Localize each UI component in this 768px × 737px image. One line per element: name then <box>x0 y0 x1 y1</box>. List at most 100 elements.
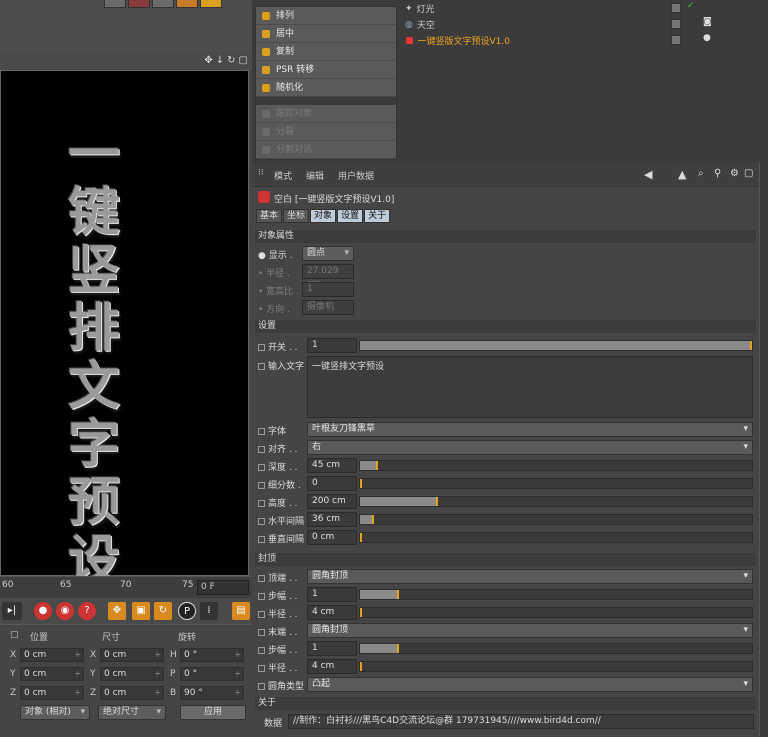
end-cap-select[interactable]: 圆角封顶 <box>307 623 753 638</box>
film-icon[interactable]: ▤ <box>232 602 250 620</box>
subdiv-field[interactable]: 0 <box>307 476 357 491</box>
autokey-icon[interactable]: ◉ <box>56 602 74 620</box>
new-window-icon[interactable]: ▢ <box>744 168 753 179</box>
depth-field[interactable]: 45 cm <box>307 458 357 473</box>
move-key-icon[interactable]: ✥ <box>108 602 126 620</box>
visibility-toggle[interactable] <box>671 35 681 45</box>
object-row-sky[interactable]: ◍ 天空 <box>405 17 435 32</box>
rotation-header: 旋转 <box>178 633 197 643</box>
tab-settings[interactable]: 设置 <box>337 209 364 223</box>
size-y-field[interactable]: 0 cm <box>100 667 164 681</box>
rotate-key-icon[interactable]: ↻ <box>154 602 172 620</box>
object-row-preset[interactable]: ■ 一键竖版文字预设V1.0 <box>405 33 510 48</box>
rotation-p-field[interactable]: 0 ° <box>180 667 244 681</box>
tool-icon[interactable] <box>200 0 222 8</box>
rad2-slider[interactable] <box>359 661 753 672</box>
menu-item-randomize[interactable]: 随机化 <box>256 79 396 97</box>
tab-object[interactable]: 对象 <box>310 209 337 223</box>
menu-item-center[interactable]: 居中 <box>256 25 396 43</box>
switch-slider[interactable] <box>359 340 753 351</box>
position-x-field[interactable]: 0 cm <box>20 648 84 662</box>
param-key-icon[interactable]: P <box>178 602 196 620</box>
tool-icon[interactable] <box>104 0 126 8</box>
up-arrow-icon[interactable]: ▲ <box>678 168 686 181</box>
keyframe-help-icon[interactable]: ? <box>78 602 96 620</box>
menu-userdata[interactable]: 用户数据 <box>338 169 374 182</box>
object-name[interactable]: 灯光 <box>417 2 435 15</box>
menu-mode[interactable]: 模式 <box>274 169 292 182</box>
step1-field[interactable]: 1 <box>307 587 357 602</box>
switch-field[interactable]: 1 <box>307 338 357 353</box>
size-mode-select[interactable]: 绝对尺寸 <box>98 705 166 720</box>
height-slider[interactable] <box>359 496 753 507</box>
position-y-field[interactable]: 0 cm <box>20 667 84 681</box>
sky-tag-icon[interactable]: ◙ <box>703 17 712 27</box>
viewport[interactable]: 一 键 竖 排 文 字 预 设 <box>0 70 249 590</box>
menu-item-arrange[interactable]: 排列 <box>256 7 396 25</box>
coord-mode-select[interactable]: 对象 (相对) <box>20 705 90 720</box>
grid-key-icon[interactable]: ⁞ <box>200 602 218 620</box>
input-text-area[interactable]: 一键竖排文字预设 <box>307 356 753 418</box>
visibility-toggle[interactable] <box>671 3 681 13</box>
depth-slider[interactable] <box>359 460 753 471</box>
size-z-field[interactable]: 0 cm <box>100 686 164 700</box>
viewport-nav-icons: ✥ ↓ ↻ ▢ <box>204 55 248 66</box>
font-select[interactable]: 叶根友刀锋黑草 <box>307 422 753 437</box>
grid-icon[interactable]: ⁝⁝ <box>258 168 264 178</box>
maximize-icon[interactable]: ▢ <box>239 55 248 66</box>
tool-icon[interactable] <box>128 0 150 8</box>
menu-edit[interactable]: 编辑 <box>306 169 324 182</box>
tab-coord[interactable]: 坐标 <box>283 209 310 223</box>
display-select[interactable]: 圆点 <box>302 246 354 261</box>
visibility-toggle[interactable] <box>671 19 681 29</box>
rotation-b-field[interactable]: 90 ° <box>180 686 244 700</box>
rotate-icon[interactable]: ↻ <box>227 55 235 66</box>
height-field[interactable]: 200 cm <box>307 494 357 509</box>
data-field[interactable]: //制作：白衬衫///黑鸟C4D交流论坛@群 179731945////www.… <box>288 714 754 729</box>
tool-icon[interactable] <box>176 0 198 8</box>
move-icon[interactable]: ✥ <box>204 55 212 66</box>
apply-button[interactable]: 应用 <box>180 705 246 720</box>
tab-basic[interactable]: 基本 <box>256 209 283 223</box>
step2-field[interactable]: 1 <box>307 641 357 656</box>
settings-icon[interactable]: ⚙ <box>730 168 739 179</box>
check-icon[interactable]: ✓ <box>687 1 695 11</box>
position-z-field[interactable]: 0 cm <box>20 686 84 700</box>
cap-type-select[interactable]: 凸起 <box>307 677 753 692</box>
tick-label: 65 <box>60 580 72 590</box>
menu-item-duplicate[interactable]: 复制 <box>256 43 396 61</box>
hspace-slider[interactable] <box>359 514 753 525</box>
top-cap-select[interactable]: 圆角封顶 <box>307 569 753 584</box>
vspace-field[interactable]: 0 cm <box>307 530 357 545</box>
menu-item-psr-transfer[interactable]: PSR 转移 <box>256 61 396 79</box>
rad2-field[interactable]: 4 cm <box>307 659 357 674</box>
goto-end-icon[interactable]: ▸| <box>2 602 22 620</box>
current-frame-field[interactable]: 0 F <box>197 580 249 595</box>
step1-slider[interactable] <box>359 589 753 600</box>
scale-key-icon[interactable]: ▣ <box>132 602 150 620</box>
arrow-down-icon[interactable]: ↓ <box>216 55 224 66</box>
axis-label: Z <box>90 688 97 698</box>
material-tag-icon[interactable]: ● <box>703 33 711 43</box>
subdiv-slider[interactable] <box>359 478 753 489</box>
object-row-light[interactable]: ✦ 灯光 <box>405 1 435 16</box>
tool-icon[interactable] <box>152 0 174 8</box>
vspace-slider[interactable] <box>359 532 753 543</box>
object-name[interactable]: 一键竖版文字预设V1.0 <box>418 34 510 47</box>
hspace-field[interactable]: 36 cm <box>307 512 357 527</box>
tab-about[interactable]: 关于 <box>364 209 391 223</box>
size-x-field[interactable]: 0 cm <box>100 648 164 662</box>
prop-radius: • 半径 . 27.029 cm <box>255 263 756 289</box>
lock-icon[interactable]: ⚲ <box>714 168 721 179</box>
rad1-field[interactable]: 4 cm <box>307 605 357 620</box>
rad1-slider[interactable] <box>359 607 753 618</box>
search-icon[interactable]: ⌕ <box>698 168 704 179</box>
back-arrow-icon[interactable]: ◀ <box>644 168 652 181</box>
rotation-h-field[interactable]: 0 ° <box>180 648 244 662</box>
coords-checkbox[interactable]: ▢ <box>10 630 19 640</box>
step2-slider[interactable] <box>359 643 753 654</box>
timeline-ruler[interactable]: 60 65 70 75 0 F <box>0 576 252 598</box>
record-icon[interactable]: ● <box>34 602 52 620</box>
object-name[interactable]: 天空 <box>417 18 435 31</box>
align-select[interactable]: 右 <box>307 440 753 455</box>
